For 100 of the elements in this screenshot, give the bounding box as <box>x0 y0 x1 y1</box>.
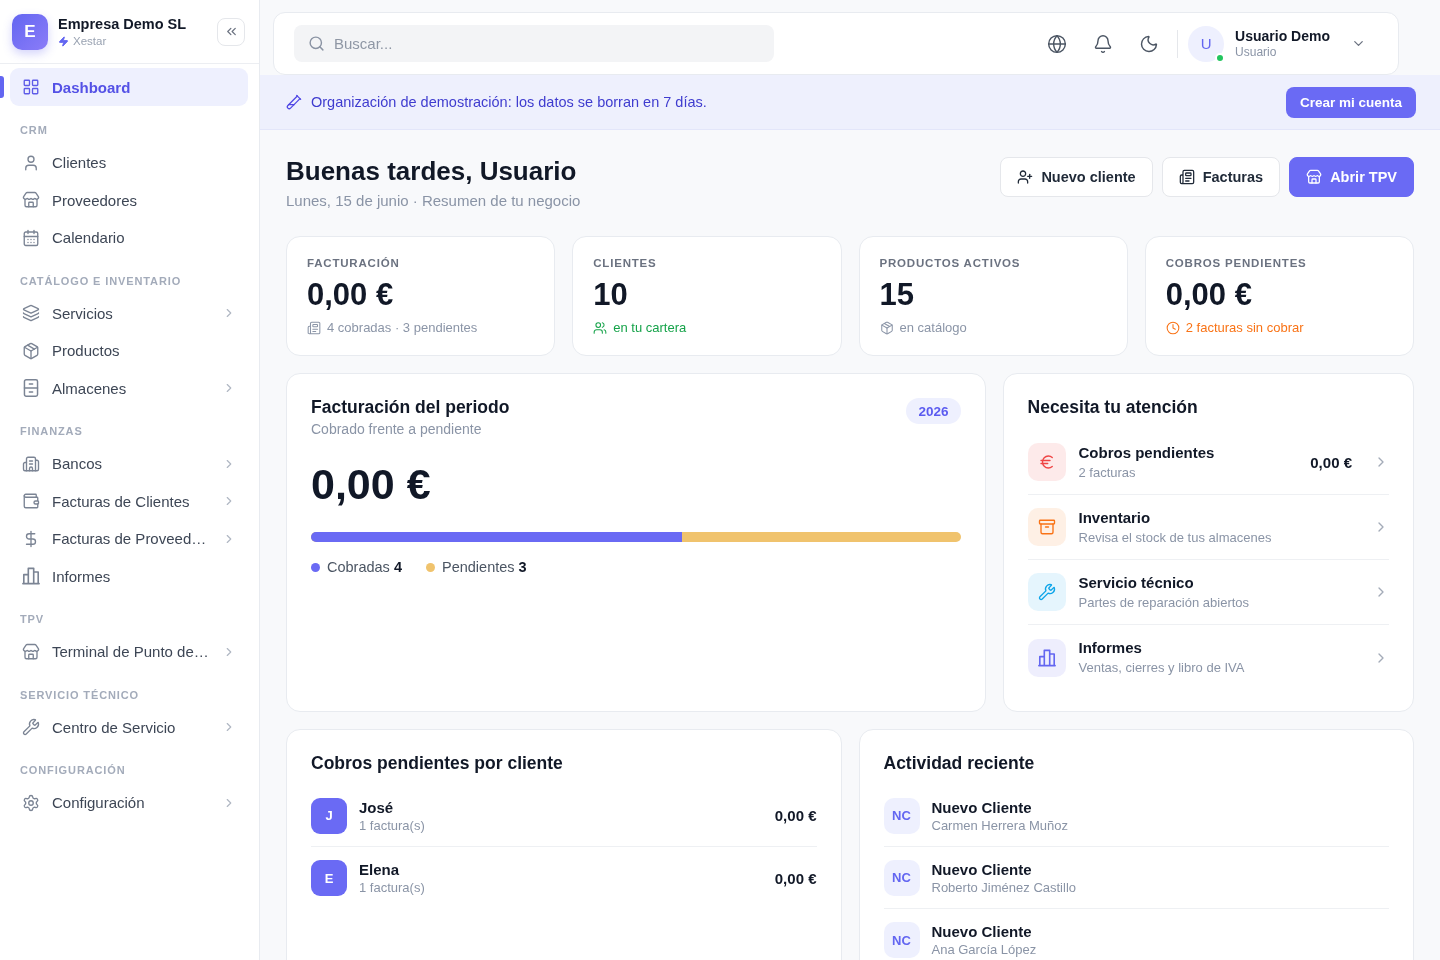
activity-detail: Ana García López <box>931 942 1038 958</box>
year-tag: 2026 <box>906 398 961 424</box>
attention-link[interactable]: Informes Ventas, cierres y libro de IVA <box>1027 625 1389 690</box>
stat-note: en tu cartera <box>613 319 687 337</box>
users-icon <box>593 321 608 335</box>
attention-link[interactable]: Servicio técnico Partes de reparación abiertos <box>1027 560 1389 625</box>
package-icon <box>22 341 40 360</box>
client-avatar: E <box>311 860 347 896</box>
clock-icon <box>1165 321 1180 335</box>
nav-item[interactable]: Facturas de Proveed… <box>10 520 248 558</box>
period-amount: 0,00 € <box>311 459 432 509</box>
invoices-button[interactable]: Facturas <box>1161 157 1281 197</box>
cabinet-icon <box>22 379 40 398</box>
activity-detail: Roberto Jiménez Castillo <box>931 879 1077 896</box>
initials-tag: NC <box>883 859 920 896</box>
calendar-icon <box>22 228 40 247</box>
nav-item[interactable]: Servicios <box>10 294 248 332</box>
section-label: SERVICIO TÉCNICO <box>19 687 140 703</box>
nav-item[interactable]: Centro de Servicio <box>10 708 248 746</box>
stat-value: 0,00 € <box>1165 277 1253 313</box>
store-icon <box>1306 169 1323 185</box>
collapse-sidebar-button[interactable] <box>217 17 245 46</box>
bar-chart-icon <box>22 567 40 586</box>
initials-tag: NC <box>883 922 920 958</box>
package-icon <box>879 321 894 335</box>
stat-value: 10 <box>593 277 629 313</box>
attention-link[interactable]: Inventario Revisa el stock de tus almacenes <box>1027 495 1389 560</box>
store-icon <box>22 642 40 661</box>
store-icon <box>22 191 40 210</box>
nav-item[interactable]: Productos <box>10 332 248 370</box>
layers-icon <box>22 304 40 323</box>
nav-item[interactable]: Calendario <box>10 219 248 257</box>
attention-link[interactable]: Cobros pendientes 2 facturas 0,00 € <box>1027 430 1389 495</box>
activity-title: Nuevo Cliente <box>931 797 1033 817</box>
stat-label: COBROS PENDIENTES <box>1165 256 1308 270</box>
card-title: Facturación del periodo <box>311 396 510 418</box>
card-title: Actividad reciente <box>883 752 1036 774</box>
wrench-icon <box>22 718 40 737</box>
nav-item[interactable]: Proveedores <box>10 181 248 219</box>
stat-label: CLIENTES <box>593 256 658 270</box>
card-title: Necesita tu atención <box>1027 396 1199 418</box>
section-label: TPV <box>19 612 46 627</box>
pending-amount: 0,00 € <box>774 869 817 887</box>
search-field[interactable]: Buscar... <box>294 25 774 62</box>
section-label: FINANZAS <box>19 424 84 439</box>
nav-item[interactable]: Clientes <box>10 144 248 182</box>
nav-item[interactable]: Almacenes <box>10 369 248 407</box>
stat-value: 15 <box>879 277 915 313</box>
create-account-button[interactable]: Crear mi cuenta <box>1285 86 1416 118</box>
activity-detail: Carmen Herrera Muñoz <box>931 817 1070 834</box>
section-label: CRM <box>19 123 49 138</box>
initials-tag: NC <box>883 797 920 834</box>
legend-label: Cobradas 4 <box>327 558 402 577</box>
user-avatar: U <box>1188 25 1225 62</box>
bell-icon <box>1093 33 1114 54</box>
invoice-count: 1 factura(s) <box>359 817 426 834</box>
moon-icon <box>1139 33 1160 54</box>
new-client-button[interactable]: Nuevo cliente <box>1000 157 1153 197</box>
company-name: Empresa Demo SL <box>58 15 187 33</box>
stat-label: FACTURACIÓN <box>307 256 401 270</box>
settings-icon <box>22 793 40 812</box>
section-label: CONFIGURACIÓN <box>19 763 127 778</box>
nav-item[interactable]: Terminal de Punto de… <box>10 633 248 671</box>
open-pos-button[interactable]: Abrir TPV <box>1289 157 1414 197</box>
building-icon <box>22 454 40 473</box>
wallet-icon <box>22 492 40 511</box>
invoice-count: 1 factura(s) <box>359 880 426 896</box>
nav-item[interactable]: Dashboard <box>10 68 248 106</box>
stat-label: PRODUCTOS ACTIVOS <box>879 256 1022 270</box>
nav-item[interactable]: Informes <box>10 557 248 595</box>
document-icon <box>307 321 321 335</box>
nav-item[interactable]: Bancos <box>10 445 248 483</box>
activity-title: Nuevo Cliente <box>931 859 1033 879</box>
client-name: Elena <box>359 860 401 879</box>
document-icon <box>1178 169 1195 185</box>
product-name: Xestar <box>73 34 107 48</box>
stat-note: 4 cobradas · 3 pendientes <box>327 319 478 337</box>
company-logo: E <box>12 13 48 50</box>
section-label: CATÁLOGO E INVENTARIO <box>19 273 183 289</box>
card-title: Cobros pendientes por cliente <box>311 752 564 774</box>
grid-icon <box>22 78 40 96</box>
client-avatar: J <box>311 797 347 834</box>
search-icon <box>308 35 325 52</box>
user-plus-icon <box>1017 169 1034 185</box>
page-title: Buenas tardes, Usuario <box>286 155 578 187</box>
client-name: José <box>359 797 395 817</box>
stat-note: en catálogo <box>899 319 967 337</box>
stat-value: 0,00 € <box>307 277 395 313</box>
globe-icon <box>1047 33 1068 54</box>
nav-item[interactable]: Configuración <box>10 784 248 822</box>
activity-title: Nuevo Cliente <box>931 922 1033 941</box>
pending-amount: 0,00 € <box>774 807 817 824</box>
stat-note: 2 facturas sin cobrar <box>1185 319 1304 337</box>
page-subtitle: Lunes, 15 de junio · Resumen de tu negocio <box>286 191 581 211</box>
test-tube-icon <box>286 94 302 110</box>
card-subtitle: Cobrado frente a pendiente <box>311 420 483 439</box>
active-indicator <box>0 76 4 98</box>
user-menu-button[interactable]: U Usuario Demo Usuario <box>1188 25 1378 62</box>
user-icon <box>22 153 40 172</box>
nav-item[interactable]: Facturas de Clientes <box>10 482 248 520</box>
